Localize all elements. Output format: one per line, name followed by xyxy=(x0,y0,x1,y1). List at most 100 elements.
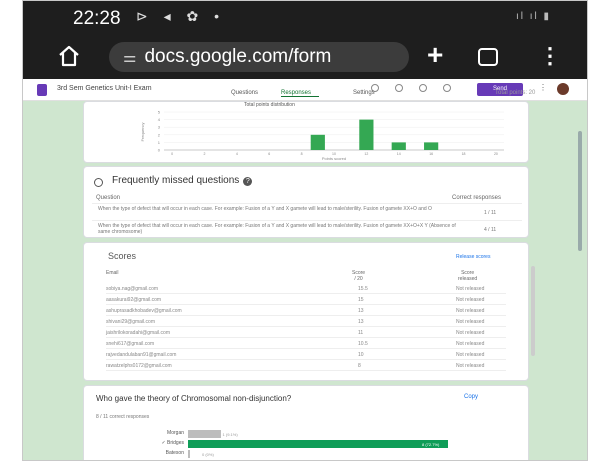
x-tick-label: 6 xyxy=(268,152,270,156)
missed-row-question: When the type of defect that will occur … xyxy=(98,223,456,235)
score-status: Not released xyxy=(456,319,485,325)
status-bar: 22:28 ⊳ ◂ ✿ • ıl ıl ▮ xyxy=(23,1,587,35)
score-status: Not released xyxy=(456,341,485,347)
question-summary-card: Who gave the theory of Chromosomal non-d… xyxy=(83,385,529,460)
responses-page: Total points distribution 0 1 2 3 4 5 0 2 4 6 8 10 1… xyxy=(23,101,587,460)
more-menu-icon[interactable]: ⋮ xyxy=(539,43,561,69)
score-chart: 0123450 2 4 6 8 10 12 14 16 18 20Points scoredFreq… xyxy=(140,110,504,161)
x-axis-label: Points scored xyxy=(322,156,346,161)
status-time: 22:28 xyxy=(73,8,121,29)
score-value: 15.5 xyxy=(358,286,368,292)
x-tick-label: 4 xyxy=(236,152,238,156)
table-row: rawatzelphs0172@gmail.com 8 Not released xyxy=(106,360,506,371)
y-tick-label: 3 xyxy=(158,125,161,130)
option-count: 8 (72.7%) xyxy=(422,442,440,447)
y-tick-label: 0 xyxy=(158,148,161,153)
missed-row-correct: 4 / 11 xyxy=(484,227,497,233)
score-status: Not released xyxy=(456,308,485,314)
frequently-missed-card: Frequently missed questions? Question Co… xyxy=(83,166,529,238)
score-email: rawatzelphs0172@gmail.com xyxy=(106,363,172,369)
scores-col-status: Score released xyxy=(458,270,478,282)
score-value: 10 xyxy=(358,352,364,358)
score-value: 8 xyxy=(358,363,361,369)
tab-responses-label: Responses xyxy=(281,90,312,96)
score-email: ashuprasadkhobadev@gmail.com xyxy=(106,308,182,314)
y-tick-label: 5 xyxy=(158,110,161,115)
score-value: 13 xyxy=(358,308,364,314)
tab-settings[interactable]: Settings xyxy=(353,90,375,96)
option-count: 1 (9.1%) xyxy=(222,432,238,437)
option-count: 0 (0%) xyxy=(202,452,214,457)
tune-icon[interactable]: ⚌ xyxy=(123,49,136,66)
score-email: sobiya.nag@gmail.com xyxy=(106,286,159,292)
missed-col-question: Question xyxy=(96,195,121,201)
x-tick-label: 0 xyxy=(171,152,173,156)
score-status: Not released xyxy=(456,363,485,369)
score-value: 10.5 xyxy=(358,341,368,347)
tab-questions[interactable]: Questions xyxy=(231,90,258,96)
table-row: sobiya.nag@gmail.com 15.5 Not released xyxy=(106,283,506,294)
option-label: Morgan xyxy=(167,430,184,436)
scores-card: Scores Release scores Email Score / 20 S… xyxy=(83,242,529,381)
score-status: Not released xyxy=(456,286,485,292)
score-email: jaishrilokoradahi@gmail.com xyxy=(106,330,170,336)
missed-col-correct: Correct responses xyxy=(452,195,502,201)
question-title: Who gave the theory of Chromosomal non-d… xyxy=(96,394,292,403)
row-divider xyxy=(106,370,506,371)
y-tick-label: 4 xyxy=(158,117,161,122)
phone-screenshot: 22:28 ⊳ ◂ ✿ • ıl ıl ▮ ⚌ docs.google.com/f… xyxy=(22,0,588,461)
form-tabs: Questions Responses Settings Total point… xyxy=(23,89,587,99)
scores-col-email: Email xyxy=(106,270,119,276)
release-scores-button[interactable]: Release scores xyxy=(456,254,490,260)
missed-title: Frequently missed questions? xyxy=(112,175,253,186)
total-points: Total points: 20 xyxy=(495,90,536,96)
x-tick-label: 2 xyxy=(203,152,205,156)
x-tick-label: 8 xyxy=(301,152,303,156)
option-bar xyxy=(188,430,221,438)
tab-responses[interactable]: Responses xyxy=(281,90,320,97)
y-tick-label: 2 xyxy=(158,132,161,137)
score-status: Not released xyxy=(456,352,485,358)
x-tick-label: 20 xyxy=(494,152,498,156)
tab-switcher-button[interactable] xyxy=(478,48,498,66)
copy-chart-button[interactable]: Copy xyxy=(464,394,478,400)
notification-icons: ⊳ ◂ ✿ • xyxy=(136,8,226,24)
table-row: ashuprasadkhobadev@gmail.com 13 Not releas… xyxy=(106,305,506,316)
help-icon[interactable]: ? xyxy=(243,177,253,186)
scores-scrollbar[interactable] xyxy=(531,266,535,356)
missed-title-text: Frequently missed questions xyxy=(112,175,240,186)
page-scrollbar[interactable] xyxy=(578,131,582,251)
new-tab-button[interactable]: + xyxy=(427,39,443,71)
option-bar xyxy=(188,440,448,448)
missed-questions-icon xyxy=(94,178,103,187)
score-email: aasakurai92@gmail.com xyxy=(106,297,162,303)
browser-toolbar: ⚌ docs.google.com/form + ⋮ xyxy=(23,35,587,79)
table-row: shivani29@gmail.com 13 Not released xyxy=(106,316,506,327)
table-row: jaishrilokoradahi@gmail.com 11 Not release… xyxy=(106,327,506,338)
score-email: shivani29@gmail.com xyxy=(106,319,155,325)
table-row: snehi617@gmail.com 10.5 Not released xyxy=(106,338,506,349)
missed-row-correct: 1 / 11 xyxy=(484,210,497,216)
option-label: ✓ Bridges xyxy=(161,440,184,446)
score-value: 11 xyxy=(358,330,364,336)
table-row: rajvedandulaban91@gmail.com 10 Not release… xyxy=(106,349,506,360)
divider xyxy=(92,203,522,204)
y-axis-label: Frequency xyxy=(140,123,145,142)
option-label: Bateson xyxy=(165,450,184,456)
home-icon[interactable] xyxy=(57,44,81,68)
x-tick-label: 12 xyxy=(364,152,368,156)
histogram-bar xyxy=(424,142,439,150)
divider xyxy=(92,220,522,221)
question-correct-count: 8 / 11 correct responses xyxy=(96,414,150,420)
scores-title: Scores xyxy=(108,251,137,261)
histogram-bar xyxy=(359,119,374,150)
option-bar xyxy=(188,450,190,458)
histogram-bar xyxy=(310,134,325,150)
score-value: 13 xyxy=(358,319,364,325)
x-tick-label: 16 xyxy=(429,152,433,156)
address-bar[interactable]: ⚌ docs.google.com/form xyxy=(109,42,409,72)
missed-row-question: When the type of defect that will occur … xyxy=(98,206,432,212)
y-tick-label: 1 xyxy=(158,140,161,145)
scores-col-score: Score / 20 xyxy=(352,270,366,282)
url-text: docs.google.com/form xyxy=(144,46,332,67)
